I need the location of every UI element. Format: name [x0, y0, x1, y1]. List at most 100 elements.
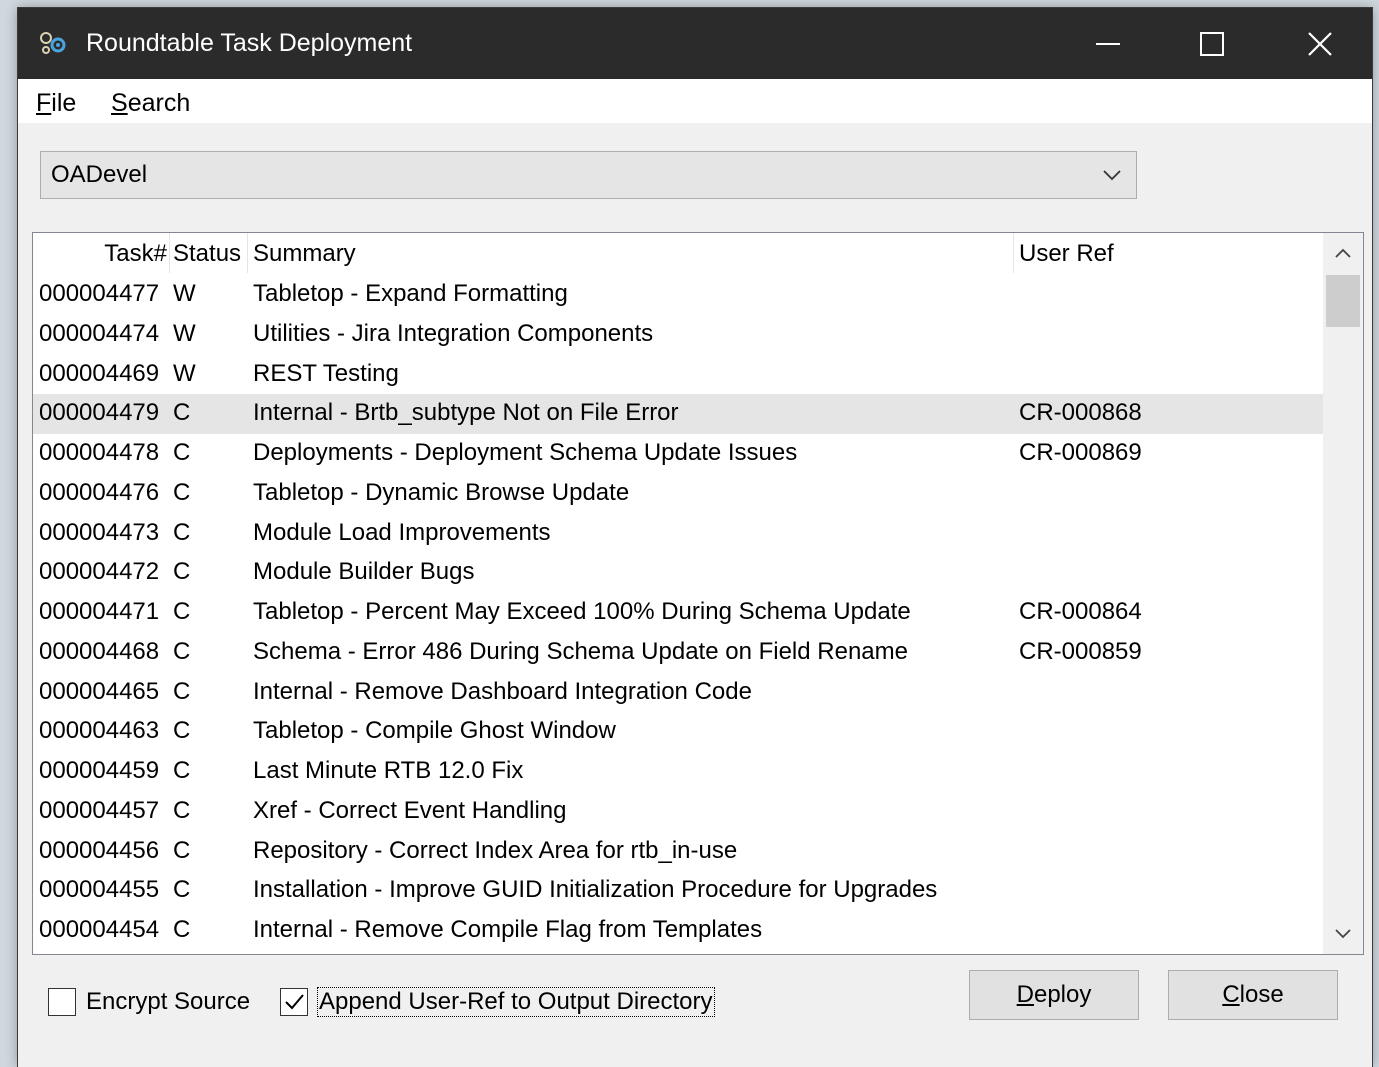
cell-task: 000004459 [39, 757, 160, 784]
table-row[interactable]: 000004472 C Module Builder Bugs [33, 553, 1323, 593]
table-row[interactable]: 000004455 C Installation - Improve GUID In… [33, 871, 1323, 911]
cell-status: C [173, 598, 191, 625]
cell-status: C [173, 439, 191, 466]
cell-summary: Repository - Correct Index Area for rtb_… [253, 836, 738, 864]
table-row[interactable]: 000004477 W Tabletop - Expand Formatting [33, 275, 1323, 315]
table-row[interactable]: 000004473 C Module Load Improvements [33, 514, 1323, 554]
checkbox-box[interactable] [280, 988, 308, 1016]
chevron-up-icon [1335, 248, 1351, 258]
checkbox-box[interactable] [48, 988, 76, 1016]
cell-task: 000004463 [39, 717, 160, 745]
cell-summary: Tabletop - Expand Formatting [253, 280, 568, 307]
cell-task: 000004471 [39, 598, 160, 625]
cell-status: C [173, 399, 191, 427]
cell-summary: Tabletop - Percent May Exceed 100% Durin… [253, 598, 911, 625]
cell-task: 000004456 [39, 836, 160, 864]
window-title: Roundtable Task Deployment [86, 29, 413, 57]
table-row[interactable]: 000004476 C Tabletop - Dynamic Browse Upda… [33, 474, 1323, 514]
cell-user-ref: CR-000859 [1019, 637, 1142, 665]
maximize-button[interactable] [1160, 8, 1264, 79]
cell-summary: Internal - Remove Compile Flag from Temp… [253, 916, 763, 943]
cell-user-ref: CR-000864 [1019, 598, 1142, 625]
cell-summary: Deployments - Deployment Schema Update I… [253, 439, 798, 466]
cell-task: 000004465 [39, 677, 160, 705]
cell-summary: Module Builder Bugs [253, 558, 475, 586]
cell-status: C [173, 677, 191, 705]
scroll-thumb[interactable] [1326, 275, 1360, 327]
workspace-dropdown-value: OADevel [51, 161, 148, 188]
cell-task: 000004469 [39, 359, 160, 387]
encrypt-source-checkbox[interactable]: Encrypt Source [48, 982, 250, 1022]
deployment-window: Roundtable Task Deployment File Search O… [18, 8, 1372, 1067]
close-button[interactable]: Close [1168, 970, 1338, 1020]
close-window-button[interactable] [1268, 8, 1372, 79]
cell-summary: Module Load Improvements [253, 518, 551, 546]
cell-status: C [173, 876, 191, 904]
scroll-down-button[interactable] [1323, 914, 1363, 954]
cell-status: C [173, 637, 191, 665]
table-row[interactable]: 000004474 W Utilities - Jira Integration C… [33, 315, 1323, 355]
cell-user-ref: CR-000868 [1019, 399, 1142, 427]
cell-task: 000004454 [39, 916, 160, 943]
append-user-ref-checkbox[interactable]: Append User-Ref to Output Directory [280, 982, 715, 1022]
cell-task: 000004476 [39, 478, 160, 506]
cell-status: C [173, 717, 191, 745]
cell-task: 000004468 [39, 637, 160, 665]
table-row[interactable]: 000004468 C Schema - Error 486 During Sche… [33, 633, 1323, 673]
cell-status: W [173, 280, 196, 307]
table-row[interactable]: 000004456 C Repository - Correct Index Are… [33, 832, 1323, 872]
vertical-scrollbar[interactable] [1323, 233, 1363, 954]
column-divider[interactable] [169, 233, 170, 273]
deploy-button[interactable]: Deploy [969, 970, 1139, 1020]
table-row[interactable]: 000004463 C Tabletop - Compile Ghost Windo… [33, 712, 1323, 752]
cell-status: C [173, 518, 191, 546]
cell-status: C [173, 757, 191, 784]
cell-summary: Internal - Remove Dashboard Integration … [253, 677, 752, 705]
table-row[interactable]: 000004478 C Deployments - Deployment Schem… [33, 434, 1323, 474]
table-row[interactable]: 000004471 C Tabletop - Percent May Exceed … [33, 593, 1323, 633]
cell-summary: Tabletop - Dynamic Browse Update [253, 478, 630, 506]
cell-summary: Internal - Brtb_subtype Not on File Erro… [253, 399, 679, 427]
cell-task: 000004455 [39, 876, 160, 904]
append-user-ref-label: Append User-Ref to Output Directory [317, 987, 715, 1017]
table-row[interactable]: 000004454 C Internal - Remove Compile Flag… [33, 911, 1323, 951]
table-row[interactable]: 000004459 C Last Minute RTB 12.0 Fix [33, 752, 1323, 792]
cell-status: W [173, 359, 196, 387]
scroll-up-button[interactable] [1323, 233, 1363, 273]
cell-status: C [173, 558, 191, 586]
table-row[interactable]: 000004465 C Internal - Remove Dashboard In… [33, 673, 1323, 713]
minimize-button[interactable] [1056, 8, 1160, 79]
title-bar[interactable]: Roundtable Task Deployment [18, 8, 1372, 79]
cell-task: 000004479 [39, 399, 160, 427]
column-divider[interactable] [247, 233, 248, 273]
menu-file[interactable]: File [36, 87, 76, 119]
cell-status: C [173, 916, 191, 943]
column-header-summary[interactable]: Summary [253, 239, 356, 269]
menu-search[interactable]: Search [111, 87, 190, 119]
task-rows: 000004477 W Tabletop - Expand Formatting 0… [33, 275, 1323, 951]
chevron-down-icon [1103, 170, 1121, 181]
cell-summary: Utilities - Jira Integration Components [253, 319, 654, 347]
maximize-icon [1200, 31, 1224, 56]
table-row-selected[interactable]: 000004479 C Internal - Brtb_subtype Not on… [33, 394, 1323, 434]
cell-summary: Tabletop - Compile Ghost Window [253, 717, 616, 745]
cell-summary: Schema - Error 486 During Schema Update … [253, 637, 908, 665]
close-icon [1308, 31, 1332, 56]
table-row[interactable]: 000004469 W REST Testing [33, 355, 1323, 395]
cell-summary: Xref - Correct Event Handling [253, 796, 567, 824]
checkmark-icon [285, 994, 304, 1010]
column-header-status[interactable]: Status [173, 239, 241, 269]
cell-task: 000004457 [39, 796, 160, 824]
workspace-dropdown[interactable]: OADevel [40, 151, 1137, 199]
cell-task: 000004478 [39, 439, 160, 466]
cell-user-ref: CR-000869 [1019, 439, 1142, 466]
column-header-task[interactable]: Task# [41, 239, 167, 269]
task-list[interactable]: Task# Status Summary User Ref 000004477 W… [32, 232, 1364, 955]
cell-task: 000004477 [39, 280, 160, 307]
column-divider[interactable] [1013, 233, 1014, 273]
cell-summary: Last Minute RTB 12.0 Fix [253, 757, 524, 784]
cell-status: W [173, 319, 196, 347]
table-row[interactable]: 000004457 C Xref - Correct Event Handling [33, 792, 1323, 832]
cell-summary: REST Testing [253, 359, 399, 387]
column-header-user-ref[interactable]: User Ref [1019, 239, 1114, 269]
